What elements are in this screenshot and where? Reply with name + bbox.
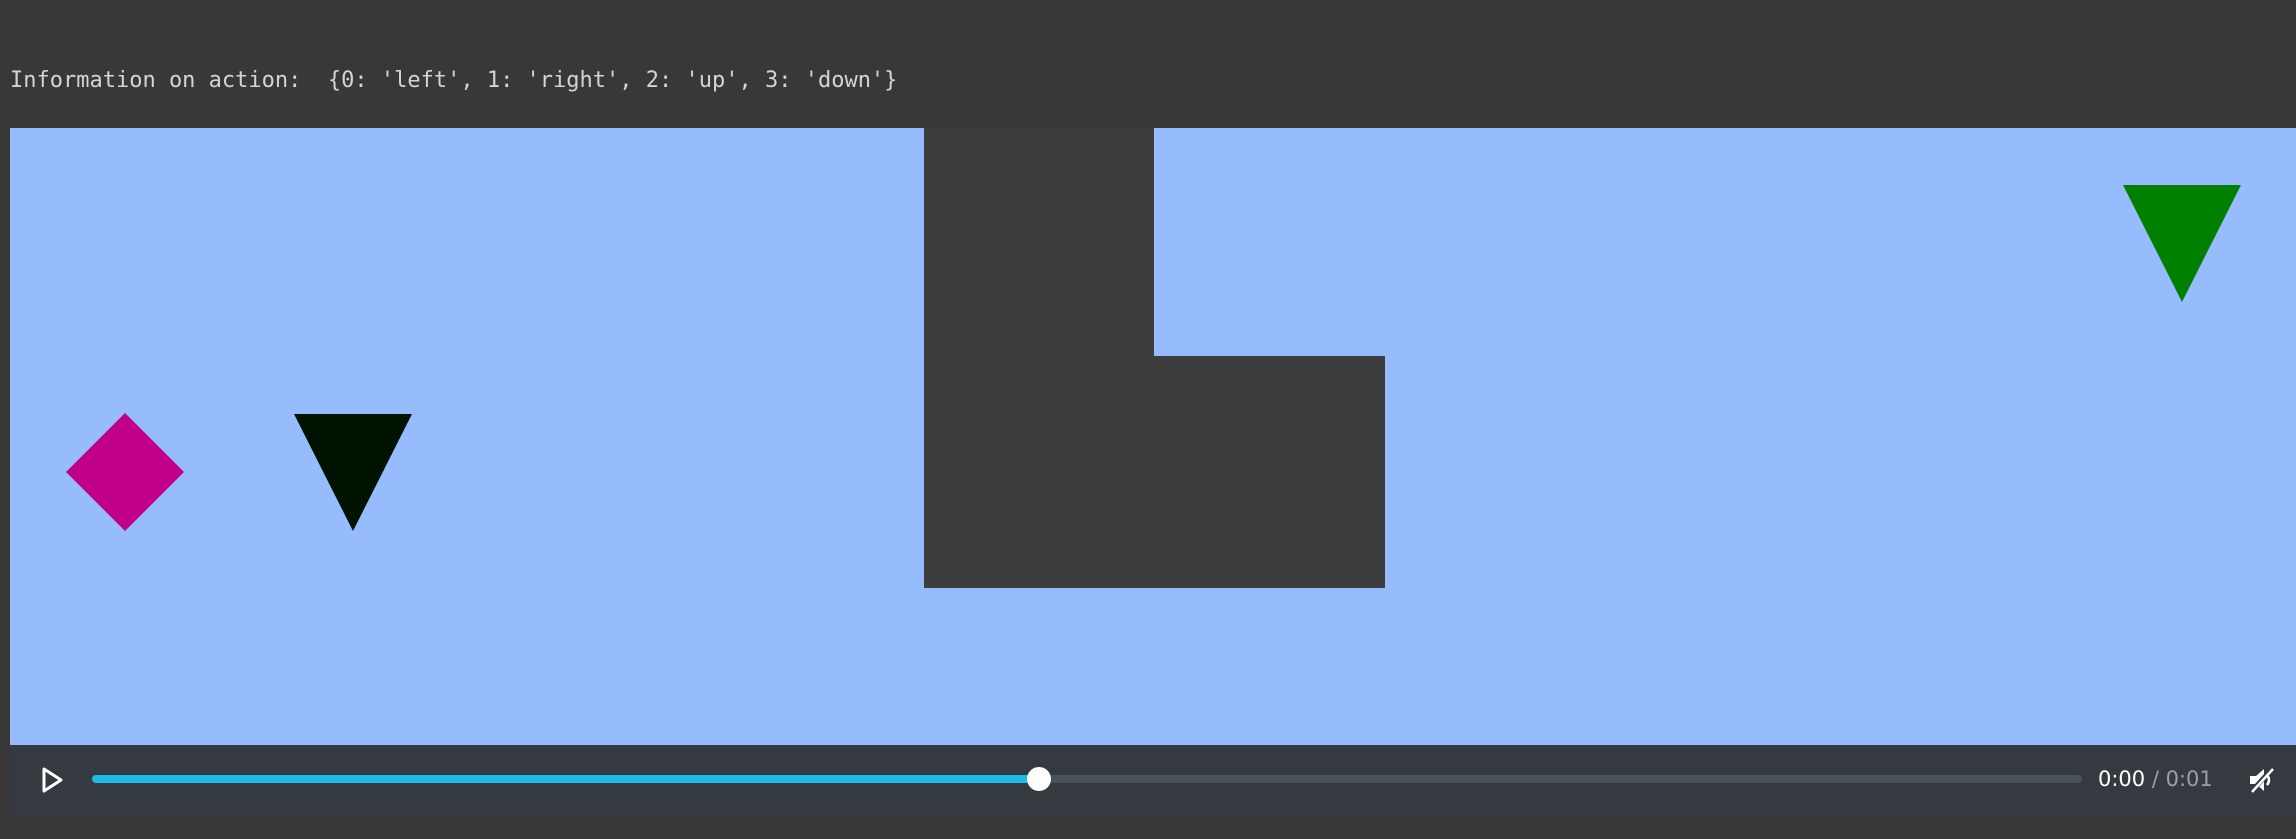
game-scene [66, 128, 2241, 588]
seek-bar-progress [92, 775, 1040, 783]
duration: 0:01 [2165, 767, 2213, 791]
play-button[interactable] [36, 764, 68, 796]
cell-output: Information on action: {0: 'left', 1: 'r… [10, 6, 2210, 363]
video-player[interactable]: 0:00 / 0:01 [10, 128, 2296, 815]
video-controls: 0:00 / 0:01 [10, 745, 2296, 815]
play-icon [42, 767, 63, 793]
muted-speaker-icon [2249, 768, 2274, 794]
l-shaped-wall [924, 128, 1385, 588]
output-line-action-info: Information on action: {0: 'left', 1: 'r… [10, 68, 898, 93]
time-display: 0:00 / 0:01 [2098, 765, 2213, 793]
video-frame[interactable] [10, 128, 2296, 745]
mute-button[interactable] [2246, 764, 2278, 796]
black-triangle-agent [294, 414, 412, 531]
time-separator: / [2145, 767, 2166, 791]
seek-bar[interactable] [92, 767, 2082, 791]
magenta-diamond-agent [66, 413, 184, 531]
green-triangle-goal [2123, 185, 2241, 302]
current-time: 0:00 [2098, 767, 2146, 791]
seek-bar-thumb[interactable] [1027, 767, 1052, 791]
